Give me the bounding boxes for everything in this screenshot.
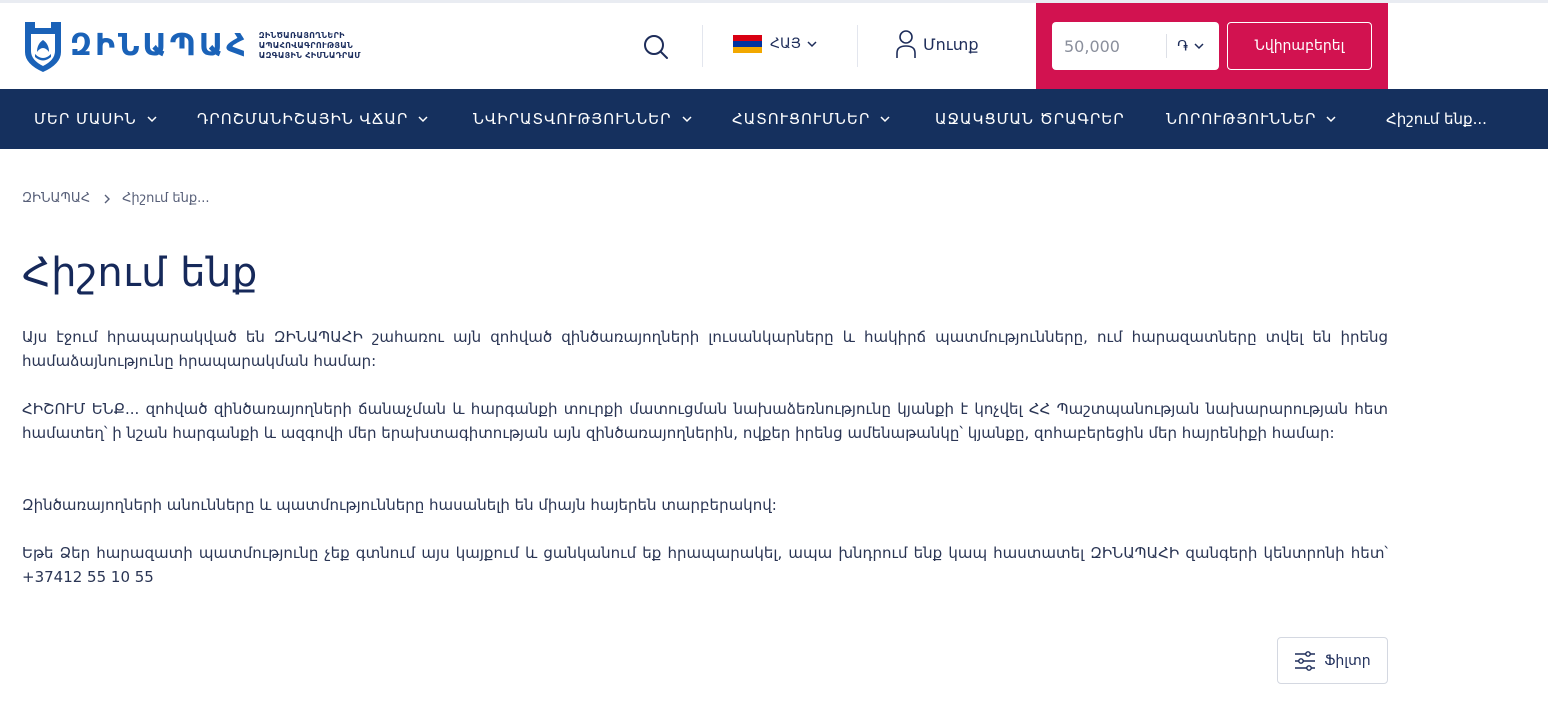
language-note-paragraph: Զինծառայողների անունները և պատմություննե… <box>22 496 777 514</box>
nav-item-news[interactable]: ՆՈՐՈՒԹՅՈՒՆՆԵՐ <box>1166 89 1336 149</box>
initiative-paragraph: ՀԻՇՈՒՄ ԵՆՔ... զոհված զինծառայողների ճանա… <box>22 400 1388 442</box>
breadcrumb-home-link[interactable]: ԶԻՆԱՊԱՀ <box>22 191 90 206</box>
language-selector[interactable]: ՀԱՅ <box>733 35 817 53</box>
chevron-down-icon <box>682 116 692 123</box>
filter-label: Ֆիլտր <box>1324 652 1371 669</box>
chevron-down-icon <box>1194 43 1204 50</box>
chevron-down-icon <box>1326 116 1336 123</box>
site-header: ԶԻՆԱՊԱՀ ԶԻՆԾԱՌԱՅՈՂՆԵՐԻ ԱՊԱՀՈՎԱԳՐՈՒԹՅԱՆ Ա… <box>0 3 1548 89</box>
currency-label: ֏ <box>1177 37 1189 55</box>
chevron-right-icon <box>104 194 111 203</box>
donate-panel: ֏ Նվիրաբերել <box>1036 3 1388 89</box>
logo-subtitle: ԶԻՆԾԱՌԱՅՈՂՆԵՐԻ ԱՊԱՀՈՎԱԳՐՈՒԹՅԱՆ ԱԶԳԱՅԻՆ Հ… <box>258 31 361 60</box>
logo-wordmark: ԶԻՆԱՊԱՀ <box>70 28 249 63</box>
page-title: Հիշում ենք <box>22 250 258 296</box>
donate-button[interactable]: Նվիրաբերել <box>1227 22 1372 70</box>
currency-selector[interactable]: ֏ <box>1177 37 1204 55</box>
user-icon <box>896 30 916 58</box>
nav-item-donations[interactable]: ՆՎԻՐԱՏՎՈՒԹՅՈՒՆՆԵՐ <box>473 89 692 149</box>
login-label: Մուտք <box>923 34 979 54</box>
intro-paragraph: Այս էջում հրապարակված են ԶԻՆԱՊԱՀԻ շահառո… <box>22 328 1388 370</box>
header-divider <box>857 25 858 67</box>
login-link[interactable]: Մուտք <box>895 29 979 59</box>
breadcrumb-current: Հիշում ենք... <box>122 191 210 206</box>
chevron-down-icon <box>880 116 890 123</box>
filter-button[interactable]: Ֆիլտր <box>1277 637 1388 684</box>
amount-divider <box>1166 34 1167 58</box>
nav-item-support-programs[interactable]: ԱՋԱԿՑՄԱՆ ԾՐԱԳՐԵՐ <box>935 89 1125 149</box>
nav-item-stamp-fee[interactable]: ԴՐՈՇՄԱՆԻՇԱՅԻՆ ՎՃԱՐ <box>197 89 428 149</box>
nav-item-about[interactable]: ՄԵՐ ՄԱՍԻՆ <box>34 89 157 149</box>
donation-amount-input[interactable] <box>1052 22 1166 70</box>
chevron-down-icon <box>418 116 428 123</box>
shield-logo-icon <box>25 22 61 72</box>
header-divider <box>702 25 703 67</box>
donation-amount-group: ֏ <box>1052 22 1219 70</box>
sliders-icon <box>1295 650 1316 671</box>
chevron-down-icon <box>147 116 157 123</box>
language-label: ՀԱՅ <box>770 36 801 52</box>
armenia-flag-icon <box>733 35 762 53</box>
breadcrumb: ԶԻՆԱՊԱՀ Հիշում ենք... <box>22 191 210 206</box>
chevron-down-icon <box>807 41 817 48</box>
nav-item-remember[interactable]: Հիշում ենք... <box>1386 89 1487 149</box>
contact-paragraph: Եթե Ձեր հարազատի պատմությունը չեք գտնում… <box>22 544 1388 586</box>
search-icon[interactable] <box>643 34 669 60</box>
nav-item-compensations[interactable]: ՀԱՏՈՒՑՈՒՄՆԵՐ <box>732 89 890 149</box>
main-nav: ՄԵՐ ՄԱՍԻՆ ԴՐՈՇՄԱՆԻՇԱՅԻՆ ՎՃԱՐ ՆՎԻՐԱՏՎՈՒԹՅ… <box>0 89 1548 149</box>
site-logo[interactable]: ԶԻՆԱՊԱՀ ԶԻՆԾԱՌԱՅՈՂՆԵՐԻ ԱՊԱՀՈՎԱԳՐՈՒԹՅԱՆ Ա… <box>22 18 361 74</box>
